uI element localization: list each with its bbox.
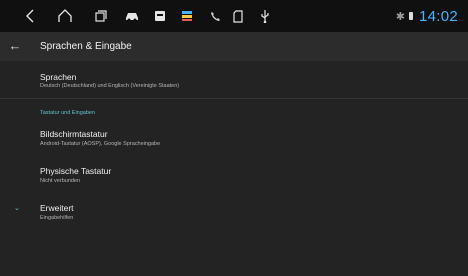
item-title: Erweitert bbox=[40, 203, 74, 213]
clock: 14:02 bbox=[418, 7, 458, 25]
battery-icon bbox=[408, 12, 413, 20]
car-icon[interactable] bbox=[124, 7, 140, 25]
status-bar: ✱ 14:02 bbox=[0, 0, 468, 32]
list-item-erweitert[interactable]: ⌄ Erweitert Eingabehilfen bbox=[0, 198, 468, 235]
list-item-sprachen[interactable]: Sprachen Deutsch (Deutschland) und Engli… bbox=[0, 61, 468, 98]
back-icon[interactable] bbox=[24, 7, 36, 25]
recents-icon[interactable] bbox=[94, 7, 108, 25]
item-title: Bildschirmtastatur bbox=[40, 129, 108, 139]
media-icon[interactable] bbox=[154, 7, 166, 25]
item-title: Sprachen bbox=[40, 72, 77, 82]
list-item-physische-tastatur[interactable]: Physische Tastatur Nicht verbunden bbox=[0, 161, 468, 198]
usb-icon[interactable] bbox=[260, 7, 270, 25]
divider bbox=[0, 98, 468, 99]
item-subtitle: Deutsch (Deutschland) und Englisch (Vere… bbox=[40, 83, 180, 89]
item-subtitle: Eingabehilfen bbox=[40, 215, 74, 221]
apps-icon[interactable] bbox=[181, 7, 193, 25]
page-title: Sprachen & Eingabe bbox=[40, 41, 132, 52]
status-indicators: ✱ 14:02 bbox=[396, 0, 458, 32]
chevron-down-icon: ⌄ bbox=[14, 205, 20, 212]
phone-icon[interactable] bbox=[209, 7, 221, 25]
bluetooth-icon: ✱ bbox=[395, 10, 405, 23]
back-arrow-icon[interactable]: ← bbox=[7, 38, 23, 54]
section-header: Tastatur und Eingaben bbox=[40, 110, 96, 116]
item-title: Physische Tastatur bbox=[40, 166, 112, 176]
item-subtitle: Nicht verbunden bbox=[40, 178, 81, 184]
sd-card-icon[interactable] bbox=[232, 7, 244, 25]
item-subtitle: Android-Tastatur (AOSP), Google Sprachei… bbox=[40, 141, 161, 147]
home-icon[interactable] bbox=[57, 7, 73, 25]
list-item-bildschirmtastatur[interactable]: Bildschirmtastatur Android-Tastatur (AOS… bbox=[0, 124, 468, 161]
app-bar: ← Sprachen & Eingabe bbox=[0, 32, 468, 61]
